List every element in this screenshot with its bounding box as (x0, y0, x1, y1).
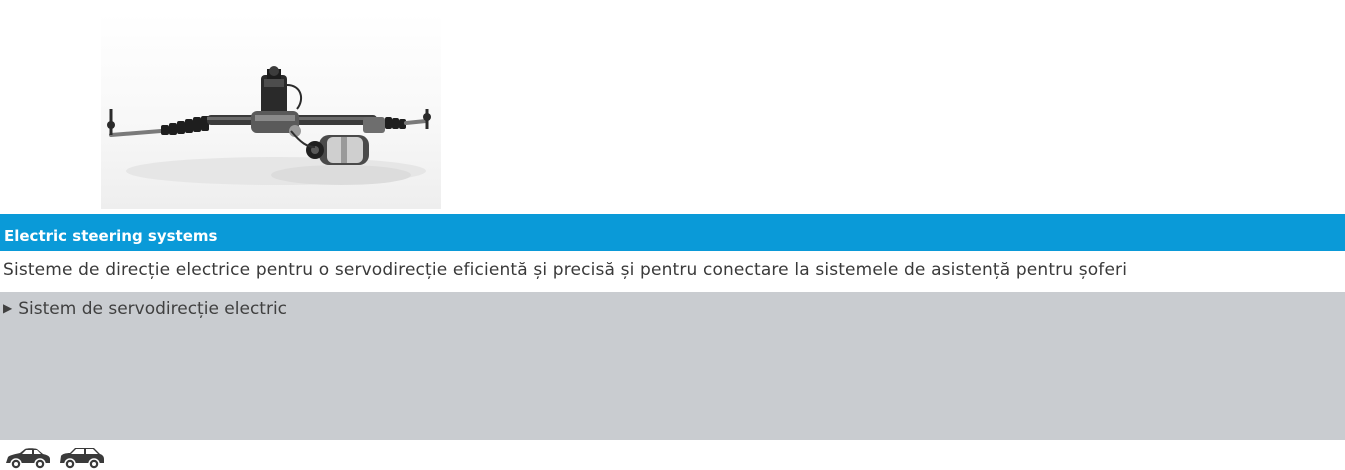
details-panel: ▶ Sistem de servodirecție electric (0, 292, 1345, 440)
passenger-car-icon (4, 446, 52, 470)
vehicle-type-icons (4, 446, 106, 470)
page: Electric steering systems Sisteme de dir… (0, 0, 1345, 470)
electric-power-steering-link[interactable]: ▶ Sistem de servodirecție electric (3, 295, 287, 322)
steering-rack-illustration (107, 66, 431, 185)
suv-icon (58, 446, 106, 470)
section-header-bar: Electric steering systems (0, 214, 1345, 251)
section-description: Sisteme de direcție electrice pentru o s… (3, 260, 1128, 280)
section-title: Electric steering systems (4, 227, 218, 245)
play-arrow-icon: ▶ (3, 301, 13, 315)
electric-power-steering-link-label: Sistem de servodirecție electric (18, 299, 288, 319)
steering-rack-image (101, 13, 441, 209)
